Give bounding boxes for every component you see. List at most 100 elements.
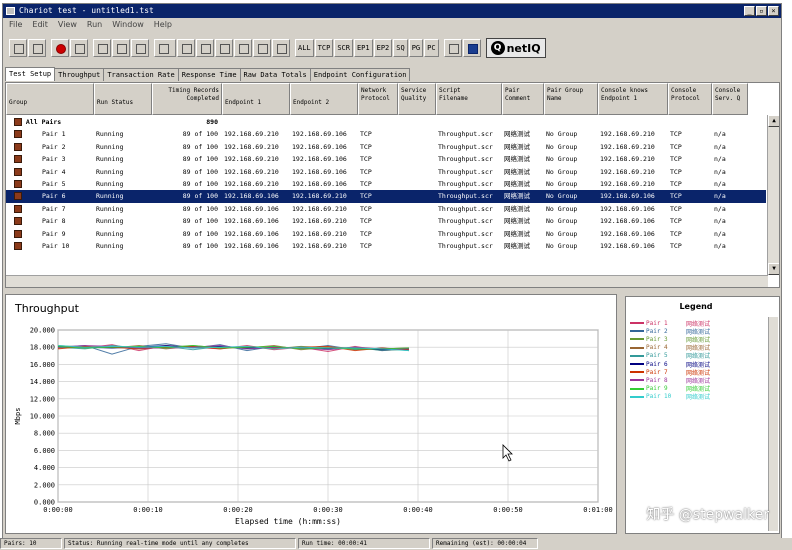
multicast-icon[interactable] [196, 39, 214, 57]
menu-window[interactable]: Window [112, 19, 144, 31]
col-pair-comment[interactable]: Pair Comment [502, 83, 544, 115]
pair-name: Pair 1 [42, 130, 66, 139]
table-row[interactable]: Pair 10 Running 89 of 100 192.168.69.106 192… [6, 240, 766, 252]
legend-comment: 网络测试 [686, 394, 711, 402]
filter-tcp-button[interactable]: TCP [314, 39, 334, 57]
col-endpoint-2[interactable]: Endpoint 2 [290, 83, 358, 115]
menu-view[interactable]: View [58, 19, 77, 31]
console-protocol: TCP [670, 155, 682, 164]
scroll-down-icon[interactable]: ▼ [768, 263, 779, 275]
col-timing-records[interactable]: Timing Records Completed [152, 83, 222, 115]
link-icon[interactable] [154, 39, 176, 57]
console-protocol: TCP [670, 142, 682, 151]
pair-comment: 网络测试 [504, 217, 530, 226]
legend-title: Legend [679, 302, 713, 311]
tab-transaction-rate[interactable]: Transaction Rate [103, 68, 179, 81]
table-row[interactable]: Pair 9 Running 89 of 100 192.168.69.106 192.… [6, 228, 766, 240]
pair-edit-icon[interactable] [177, 39, 195, 57]
table-row[interactable]: Pair 7 Running 89 of 100 192.168.69.106 192.… [6, 203, 766, 215]
service-quality [398, 153, 436, 165]
col-console-protocol[interactable]: Console Protocol [668, 83, 712, 115]
close-button[interactable]: × [768, 6, 779, 16]
maximize-button[interactable]: ▫ [756, 6, 767, 16]
filter-sq-button[interactable]: SQ [393, 39, 408, 57]
menu-run[interactable]: Run [87, 19, 102, 31]
endpoint-1: 192.168.69.210 [224, 155, 279, 164]
filter-all-button[interactable]: ALL [295, 39, 314, 57]
tab-endpoint-configuration[interactable]: Endpoint Configuration [309, 68, 411, 81]
endpoint-1: 192.168.69.106 [224, 217, 279, 226]
new-file-icon[interactable] [9, 39, 27, 57]
filter-ep1-button[interactable]: EP1 [353, 39, 373, 57]
legend-scrollbar[interactable] [768, 317, 778, 531]
grid-horizontal-scrollbar[interactable] [6, 275, 768, 287]
filter-pg-button[interactable]: PG [408, 39, 424, 57]
legend-pane: Legend Pair 1 网络测试 Pair 2 网络测试 Pair 3 网络测试 Pai… [625, 296, 780, 534]
col-group[interactable]: Group [6, 83, 94, 115]
cursor-icon[interactable] [112, 39, 130, 57]
pair-comment: 网络测试 [504, 241, 530, 250]
console-endpoint-1: 192.168.69.106 [600, 241, 655, 250]
grid-vertical-scrollbar[interactable]: ▲ ▼ [767, 115, 779, 275]
col-console-serv-q[interactable]: Console Serv. Q [712, 83, 748, 115]
pair-comment: 网络测试 [504, 179, 530, 188]
endpoint-2: 192.168.69.210 [292, 229, 347, 238]
report-icon[interactable] [443, 39, 462, 57]
table-row[interactable]: Pair 2 Running 89 of 100 192.168.69.210 192.… [6, 141, 766, 153]
scroll-up-icon[interactable]: ▲ [768, 115, 779, 127]
menu-help[interactable]: Help [154, 19, 172, 31]
script-filename: Throughput.scr [438, 241, 493, 250]
menu-edit[interactable]: Edit [32, 19, 48, 31]
filter-pc-button[interactable]: PC [424, 39, 439, 57]
table-row[interactable]: Pair 5 Running 89 of 100 192.168.69.210 192.… [6, 178, 766, 190]
menu-file[interactable]: File [9, 19, 22, 31]
tab-test-setup[interactable]: Test Setup [5, 67, 56, 81]
filter-icon[interactable] [272, 39, 290, 57]
table-row[interactable]: Pair 1 Running 89 of 100 192.168.69.210 192.… [6, 128, 766, 140]
table-row[interactable]: Pair 8 Running 89 of 100 192.168.69.106 192.… [6, 215, 766, 227]
legend-swatch [630, 346, 644, 349]
service-quality [398, 178, 436, 190]
tab-throughput[interactable]: Throughput [54, 68, 105, 81]
filter-ep2-button[interactable]: EP2 [373, 39, 393, 57]
col-service-quality[interactable]: Service Quality [398, 83, 436, 115]
scissors-icon[interactable] [131, 39, 149, 57]
window-title: Chariot test - untitled1.tst [19, 6, 154, 15]
col-script-filename[interactable]: Script Filename [436, 83, 502, 115]
col-run-status[interactable]: Run Status [94, 83, 152, 115]
y-tick-label: 20.000 [30, 327, 55, 335]
all-pairs-icon [14, 118, 22, 126]
tab-raw-data-totals[interactable]: Raw Data Totals [239, 68, 311, 81]
x-tick-label: 0:00:50 [493, 506, 523, 514]
open-file-icon[interactable] [28, 39, 46, 57]
pair-icon [14, 155, 22, 164]
service-quality [398, 166, 436, 178]
endpoint-1: 192.168.69.106 [224, 192, 279, 201]
service-quality [398, 203, 436, 215]
endpoint-2: 192.168.69.106 [292, 167, 347, 176]
sort-icon[interactable] [253, 39, 271, 57]
pair-icon[interactable] [93, 39, 111, 57]
run-stop-icon[interactable] [51, 39, 69, 57]
legend-swatch [630, 330, 644, 333]
run-status: Running [96, 217, 124, 226]
info-icon[interactable] [462, 39, 481, 57]
table-row[interactable]: Pair 3 Running 89 of 100 192.168.69.210 192.… [6, 153, 766, 165]
col-network-protocol[interactable]: Network Protocol [358, 83, 398, 115]
tab-response-time[interactable]: Response Time [177, 68, 241, 81]
col-console-knows-ep1[interactable]: Console knows Endpoint 1 [598, 83, 668, 115]
col-endpoint-1[interactable]: Endpoint 1 [222, 83, 290, 115]
run-status: Running [96, 179, 124, 188]
minimize-button[interactable]: _ [744, 6, 755, 16]
col-pair-group-name[interactable]: Pair Group Name [544, 83, 598, 115]
group-icon[interactable] [215, 39, 233, 57]
filter-scr-button[interactable]: SCR [334, 39, 353, 57]
network-protocol: TCP [360, 155, 372, 164]
edit-icon[interactable] [234, 39, 252, 57]
grid-rows: All Pairs 890 Pair 1 Running 89 of 100 192.… [6, 116, 766, 252]
arrow-icon[interactable] [70, 39, 88, 57]
legend-item[interactable]: Pair 10 网络测试 [630, 393, 710, 401]
table-row[interactable]: Pair 6 Running 89 of 100 192.168.69.106 192.… [6, 190, 766, 203]
table-row[interactable]: Pair 4 Running 89 of 100 192.168.69.210 192.… [6, 166, 766, 178]
all-pairs-row[interactable]: All Pairs 890 [6, 116, 766, 128]
